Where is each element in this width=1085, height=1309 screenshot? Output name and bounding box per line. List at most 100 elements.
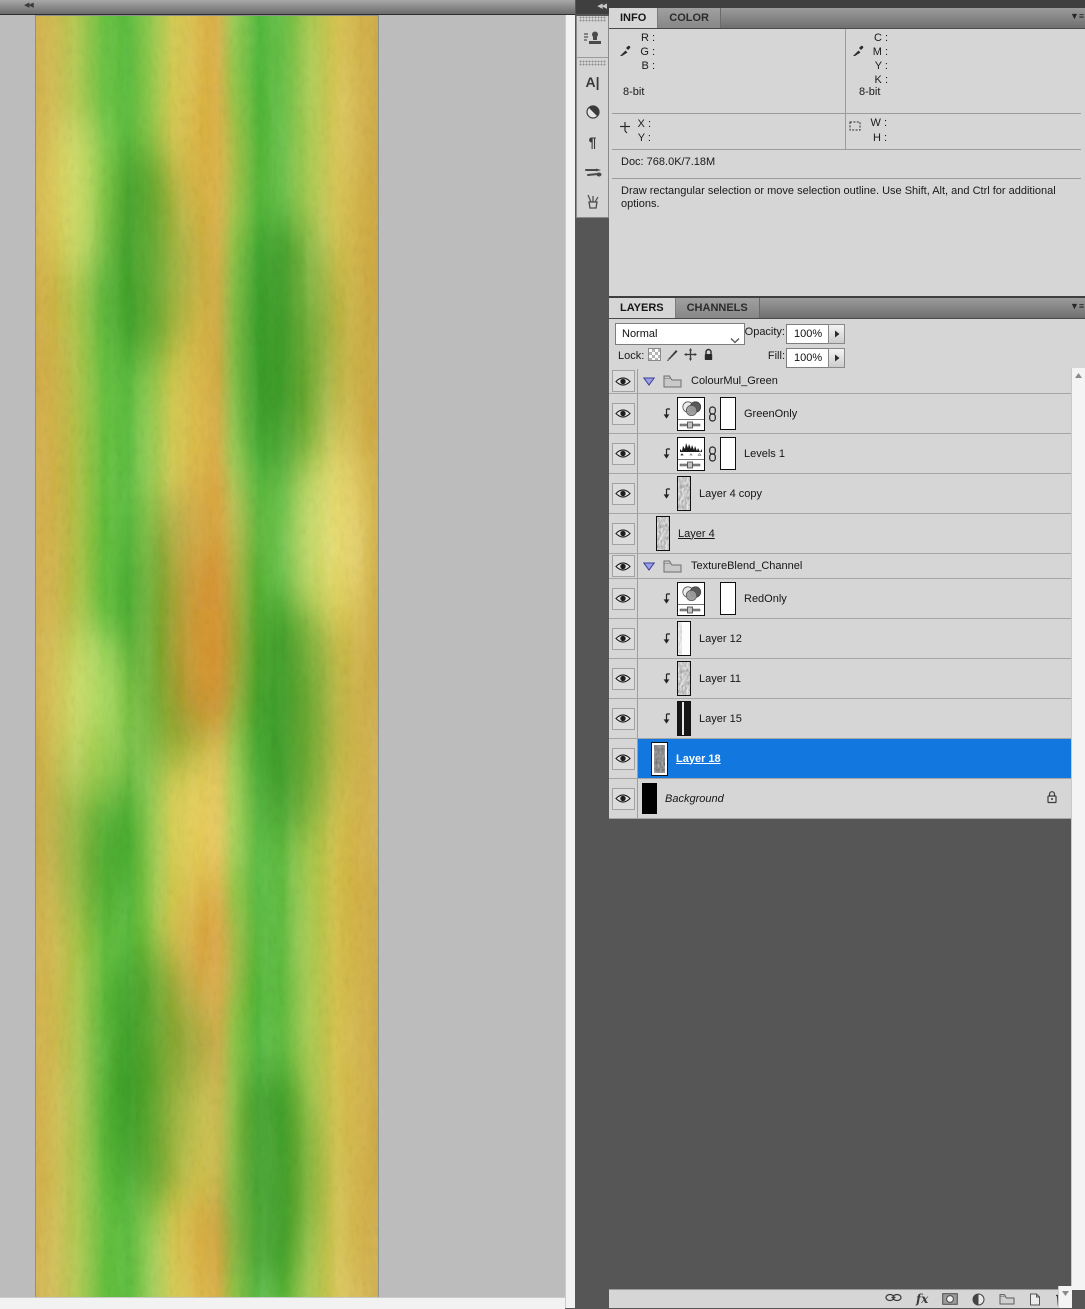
layer-row[interactable]: Background — [609, 779, 1072, 819]
eye-icon[interactable] — [612, 668, 635, 690]
fill-spinner-button[interactable] — [828, 348, 845, 368]
layer-row[interactable]: Layer 15 — [609, 699, 1072, 739]
new-layer-button[interactable] — [1029, 1293, 1041, 1309]
layer-row[interactable]: Layer 4 copy — [609, 474, 1072, 514]
layer-name[interactable]: GreenOnly — [744, 408, 797, 420]
tab-info[interactable]: INFO — [609, 8, 658, 28]
layer-row[interactable]: Levels 1 — [609, 434, 1072, 474]
clone-source-icon[interactable] — [577, 23, 608, 53]
layer-name[interactable]: TextureBlend_Channel — [691, 560, 802, 572]
layers-scrollbar[interactable] — [1071, 368, 1085, 1290]
layer-row[interactable]: Layer 12 — [609, 619, 1072, 659]
character-panel-icon[interactable]: A| — [577, 67, 608, 97]
layer-row[interactable]: RedOnly — [609, 579, 1072, 619]
layer-thumbnail[interactable] — [677, 621, 691, 656]
tab-channels[interactable]: CHANNELS — [676, 298, 760, 318]
lock-pixels-button[interactable] — [666, 348, 679, 361]
disclosure-triangle-icon[interactable] — [643, 377, 655, 386]
layer-row[interactable]: GreenOnly — [609, 394, 1072, 434]
panel-menu-icon[interactable]: ▼≡ — [1070, 11, 1084, 21]
layer-name[interactable]: Levels 1 — [744, 448, 785, 460]
eye-icon[interactable] — [612, 788, 635, 810]
adjustments-icon[interactable] — [577, 97, 608, 127]
paragraph-panel-icon[interactable]: ¶ — [577, 127, 608, 157]
eye-icon[interactable] — [612, 523, 635, 545]
scroll-down-icon[interactable] — [1058, 1286, 1072, 1308]
layer-mask-thumbnail[interactable] — [720, 437, 736, 470]
layer-group-row[interactable]: ColourMul_Green — [609, 369, 1072, 394]
adjustment-thumbnail[interactable] — [677, 582, 705, 616]
new-group-button[interactable] — [999, 1293, 1015, 1308]
layer-visibility-toggle[interactable] — [609, 554, 638, 578]
layer-thumbnail[interactable] — [677, 661, 691, 696]
lock-position-button[interactable] — [684, 348, 697, 361]
adjustment-thumbnail[interactable] — [677, 437, 705, 471]
brush-presets-icon[interactable] — [577, 187, 608, 217]
layer-thumbnail[interactable] — [656, 516, 670, 551]
layer-name[interactable]: Layer 18 — [676, 753, 721, 765]
canvas-pasteboard[interactable] — [0, 15, 565, 1297]
mask-link-icon[interactable] — [708, 406, 717, 422]
layer-mask-thumbnail[interactable] — [720, 397, 736, 430]
eye-icon[interactable] — [612, 555, 635, 577]
layer-thumbnail[interactable] — [642, 783, 657, 814]
layer-visibility-toggle[interactable] — [609, 369, 638, 393]
layer-visibility-toggle[interactable] — [609, 394, 638, 433]
layer-name[interactable]: Layer 15 — [699, 713, 742, 725]
layer-row[interactable]: Layer 11 — [609, 659, 1072, 699]
add-layer-mask-button[interactable] — [942, 1293, 958, 1308]
eye-icon[interactable] — [612, 403, 635, 425]
link-layers-button[interactable] — [885, 1293, 902, 1305]
layer-thumbnail[interactable] — [677, 476, 691, 511]
layer-name[interactable]: Layer 4 copy — [699, 488, 762, 500]
layer-name[interactable]: Background — [665, 793, 724, 805]
layer-visibility-toggle[interactable] — [609, 434, 638, 473]
layer-visibility-toggle[interactable] — [609, 579, 638, 618]
document-horizontal-scrollbar[interactable] — [0, 1297, 565, 1309]
collapse-arrows-icon[interactable]: ◀◀ — [24, 1, 33, 9]
layer-row[interactable]: Layer 4 — [609, 514, 1072, 554]
tool-presets-icon[interactable] — [577, 157, 608, 187]
collapse-dock-button[interactable]: ◀◀ — [576, 0, 609, 14]
disclosure-triangle-icon[interactable] — [643, 562, 655, 571]
mask-link-icon[interactable] — [708, 446, 717, 462]
eye-icon[interactable] — [612, 370, 635, 392]
layer-name[interactable]: ColourMul_Green — [691, 375, 778, 387]
tab-color[interactable]: COLOR — [658, 8, 721, 28]
layer-visibility-toggle[interactable] — [609, 474, 638, 513]
layer-name[interactable]: Layer 12 — [699, 633, 742, 645]
lock-transparency-button[interactable] — [648, 348, 661, 361]
layer-visibility-toggle[interactable] — [609, 619, 638, 658]
eye-icon[interactable] — [612, 708, 635, 730]
layer-visibility-toggle[interactable] — [609, 699, 638, 738]
blend-mode-select[interactable]: Normal — [615, 323, 745, 345]
tab-layers[interactable]: LAYERS — [609, 298, 676, 318]
canvas-image[interactable] — [36, 16, 378, 1297]
eye-icon[interactable] — [612, 748, 635, 770]
eye-icon[interactable] — [612, 628, 635, 650]
layer-name[interactable]: Layer 11 — [699, 673, 741, 685]
layer-visibility-toggle[interactable] — [609, 779, 638, 818]
layer-mask-thumbnail[interactable] — [720, 582, 736, 615]
layer-visibility-toggle[interactable] — [609, 659, 638, 698]
layer-name[interactable]: RedOnly — [744, 593, 787, 605]
eye-icon[interactable] — [612, 443, 635, 465]
drag-grip[interactable] — [579, 60, 606, 66]
layer-row[interactable]: Layer 18 — [609, 739, 1072, 779]
new-adjustment-layer-button[interactable] — [972, 1293, 985, 1309]
layer-visibility-toggle[interactable] — [609, 739, 638, 778]
document-titlebar[interactable]: ◀◀ — [0, 0, 575, 15]
drag-grip[interactable] — [579, 16, 606, 22]
eye-icon[interactable] — [612, 588, 635, 610]
opacity-spinner-button[interactable] — [828, 324, 845, 344]
adjustment-thumbnail[interactable] — [677, 397, 705, 431]
layer-group-row[interactable]: TextureBlend_Channel — [609, 554, 1072, 579]
layer-visibility-toggle[interactable] — [609, 514, 638, 553]
layer-style-button[interactable]: fx — [916, 1293, 928, 1305]
layer-thumbnail[interactable] — [651, 742, 668, 776]
lock-all-button[interactable] — [702, 348, 715, 361]
panel-menu-icon[interactable]: ▼≡ — [1070, 301, 1084, 311]
eye-icon[interactable] — [612, 483, 635, 505]
layer-name[interactable]: Layer 4 — [678, 528, 715, 540]
scroll-up-icon[interactable] — [1074, 370, 1083, 382]
